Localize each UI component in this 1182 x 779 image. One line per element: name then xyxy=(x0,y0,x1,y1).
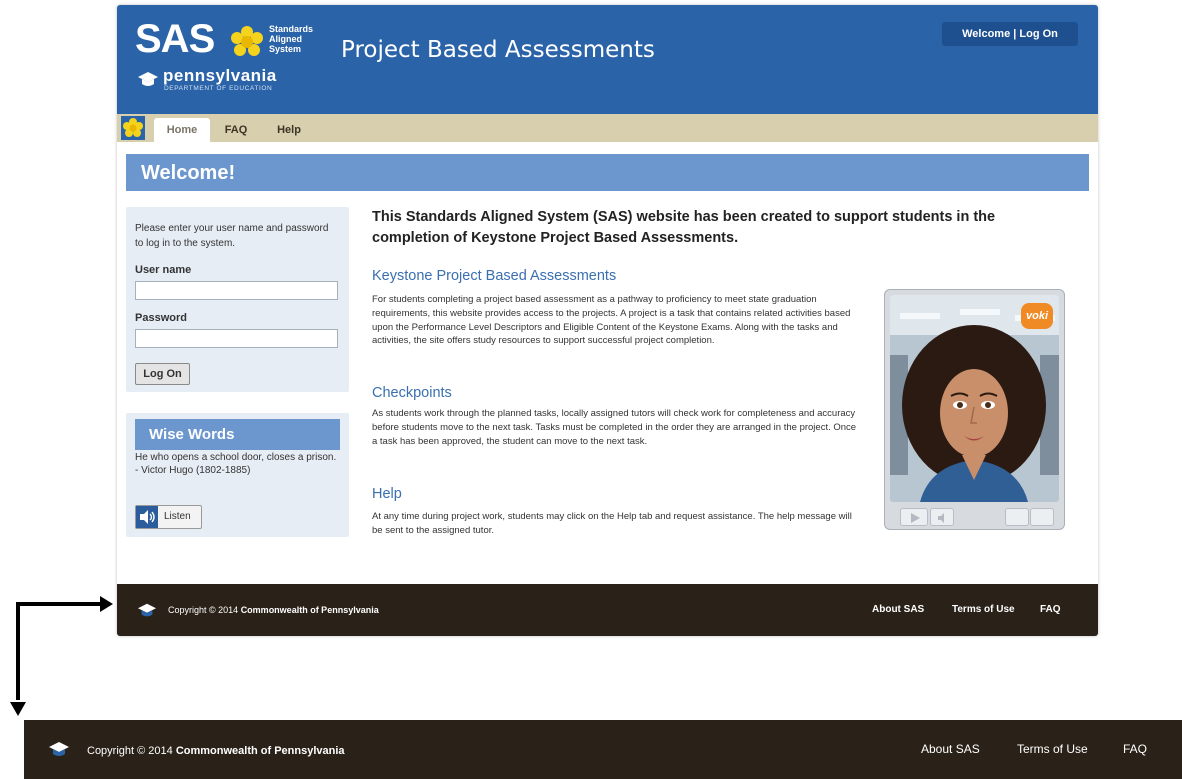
main-nav: Home FAQ Help xyxy=(117,114,1098,142)
tab-help[interactable]: Help xyxy=(273,118,305,142)
avatar-option-button-1[interactable] xyxy=(1005,508,1029,526)
arrow-head-right xyxy=(100,596,113,612)
section-title-checkpoints: Checkpoints xyxy=(372,385,452,401)
page-title: Project Based Assessments xyxy=(341,37,655,63)
graduation-cap-icon xyxy=(49,742,69,756)
listen-label: Listen xyxy=(164,511,191,522)
site-footer: Copyright © 2014 Commonwealth of Pennsyl… xyxy=(117,584,1098,636)
zoomed-footer-link-about[interactable]: About SAS xyxy=(921,742,980,756)
pa-logo-subtitle: DEPARTMENT OF EDUCATION xyxy=(164,85,273,92)
password-label: Password xyxy=(135,312,187,324)
listen-button[interactable]: Listen xyxy=(135,505,202,529)
speaker-icon xyxy=(136,506,158,528)
play-icon xyxy=(911,513,920,523)
zoomed-footer-link-faq[interactable]: FAQ xyxy=(1123,742,1147,756)
log-on-button[interactable]: Log On xyxy=(135,363,190,385)
username-input[interactable] xyxy=(135,281,338,300)
zoomed-footer: Copyright © 2014 Commonwealth of Pennsyl… xyxy=(24,720,1182,779)
site-header: SAS Standards Aligned System pennsylvani… xyxy=(117,5,1098,114)
page-container: SAS Standards Aligned System pennsylvani… xyxy=(117,5,1098,636)
section-text-help: At any time during project work, student… xyxy=(372,511,852,536)
section-text-keystone: For students completing a project based … xyxy=(372,294,851,347)
tab-faq[interactable]: FAQ xyxy=(221,118,251,142)
sas-flower-icon xyxy=(231,26,263,56)
section-title-keystone: Keystone Project Based Assessments xyxy=(372,268,617,284)
username-label: User name xyxy=(135,264,192,276)
footer-link-about[interactable]: About SAS xyxy=(872,604,924,615)
graduation-cap-icon xyxy=(138,603,156,617)
password-input[interactable] xyxy=(135,329,338,348)
graduation-cap-icon xyxy=(138,72,158,86)
avatar-controls xyxy=(890,508,1059,526)
tab-home[interactable]: Home xyxy=(154,118,210,142)
footer-link-terms[interactable]: Terms of Use xyxy=(952,604,1015,615)
zoomed-footer-copyright: Copyright © 2014 Commonwealth of Pennsyl… xyxy=(87,745,345,757)
welcome-banner: Welcome! xyxy=(126,154,1089,191)
intro-heading: This Standards Aligned System (SAS) webs… xyxy=(372,209,996,246)
wise-words-title: Wise Words xyxy=(135,419,340,450)
welcome-logon-link[interactable]: Welcome | Log On xyxy=(942,22,1078,46)
avatar-screen: voki xyxy=(890,295,1059,502)
wise-words-panel: Wise Words He who opens a school door, c… xyxy=(126,413,349,537)
sas-logo-subtitle: Standards Aligned System xyxy=(269,24,314,54)
arrow-head-down xyxy=(10,702,26,716)
voki-avatar-widget[interactable]: voki xyxy=(884,289,1065,530)
voki-badge: voki xyxy=(1021,303,1053,329)
wise-words-quote: He who opens a school door, closes a pri… xyxy=(135,451,340,477)
sas-logo-text[interactable]: SAS xyxy=(135,19,215,59)
login-instructions: Please enter your user name and password… xyxy=(135,223,329,249)
wise-words-author: - Victor Hugo (1802-1885) xyxy=(135,465,251,476)
login-panel: Please enter your user name and password… xyxy=(126,207,349,392)
play-button[interactable] xyxy=(900,508,928,526)
pa-logo-text: pennsylvania xyxy=(163,66,277,85)
footer-link-faq[interactable]: FAQ xyxy=(1040,604,1061,615)
section-text-checkpoints: As students work through the planned tas… xyxy=(372,408,857,447)
sas-flower-icon[interactable] xyxy=(121,116,145,140)
footer-copyright: Copyright © 2014 Commonwealth of Pennsyl… xyxy=(168,605,379,615)
volume-icon xyxy=(938,513,944,523)
zoomed-footer-link-terms[interactable]: Terms of Use xyxy=(1017,742,1088,756)
section-title-help: Help xyxy=(372,486,402,502)
avatar-option-button-2[interactable] xyxy=(1030,508,1054,526)
volume-button[interactable] xyxy=(930,508,954,526)
